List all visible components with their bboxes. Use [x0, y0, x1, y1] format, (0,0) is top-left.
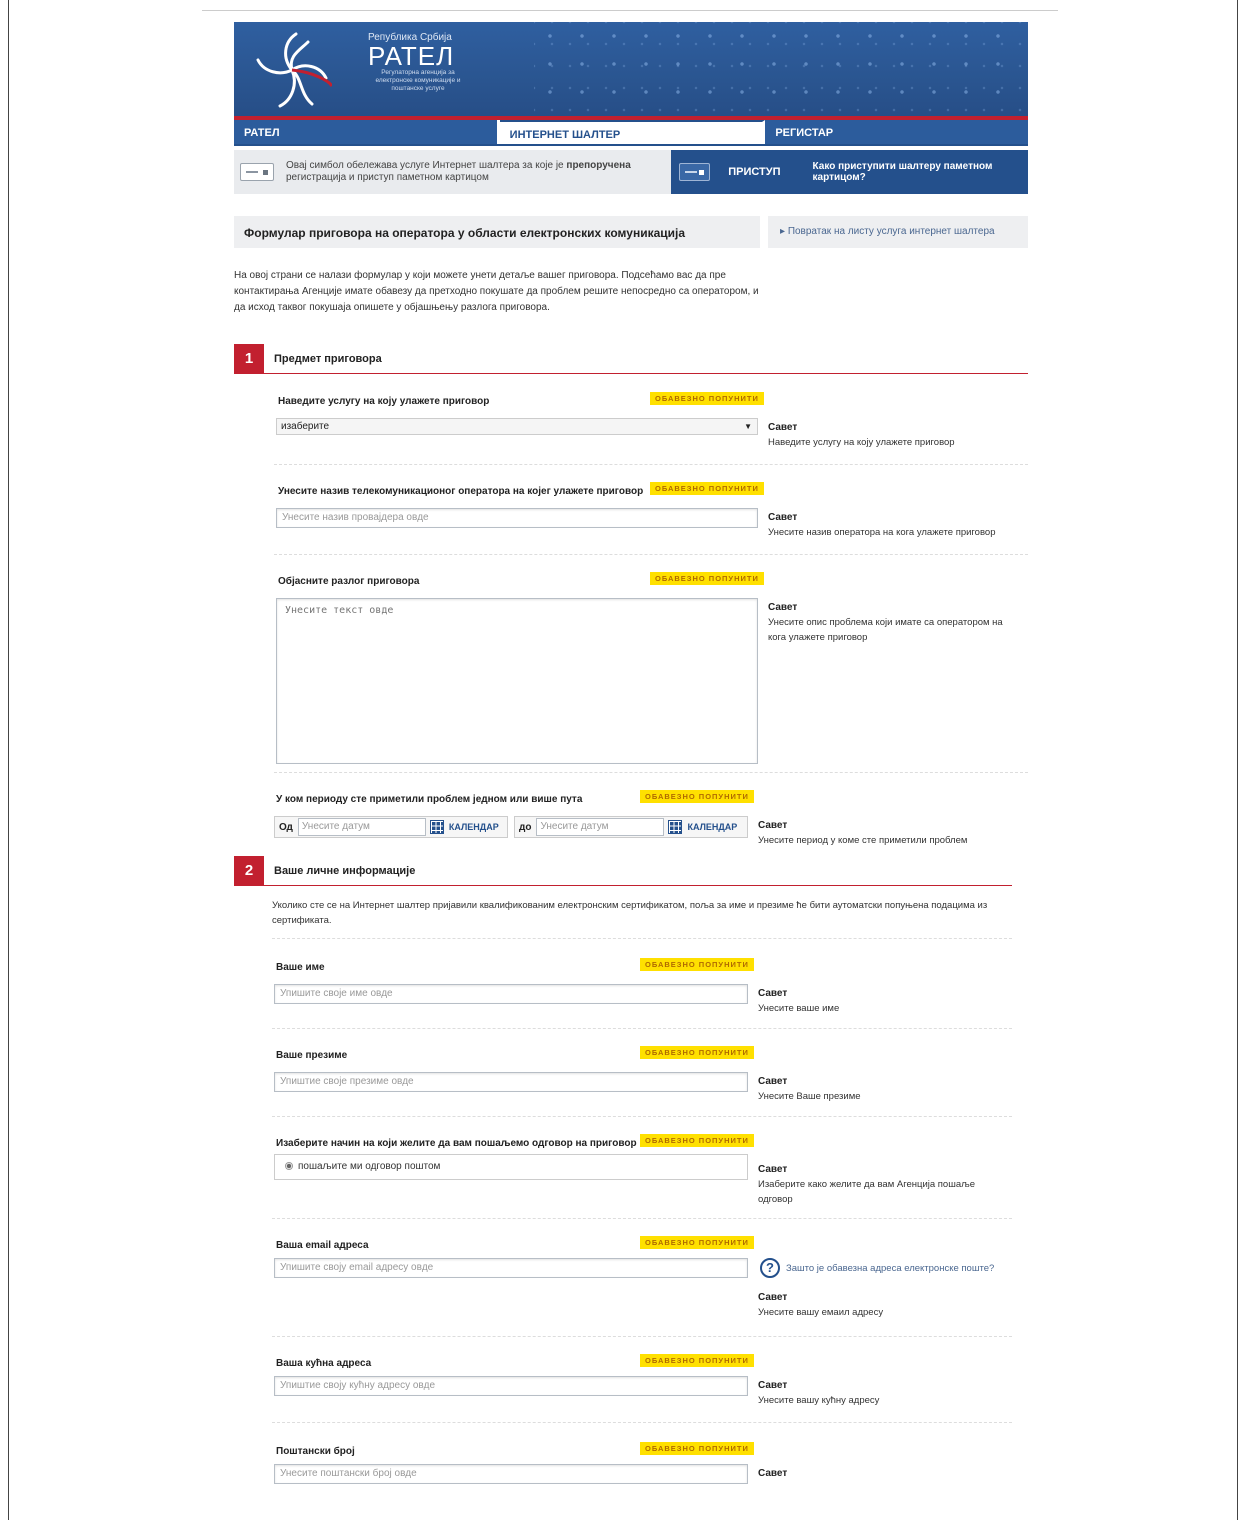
calendar-button[interactable]: КАЛЕНДАР	[429, 820, 499, 834]
field-divider	[272, 938, 1012, 939]
required-badge: ОБАВЕЗНО ПОПУНИТИ	[640, 1046, 754, 1059]
section-1-number: 1	[234, 344, 264, 374]
brand-subtitle: Регулаторна агенција за електронске кому…	[375, 69, 461, 92]
date-from-label: Од	[279, 821, 293, 833]
brand-name: РАТЕЛ	[368, 41, 455, 71]
required-badge: ОБАВЕЗНО ПОПУНИТИ	[650, 572, 764, 585]
required-badge: ОБАВЕЗНО ПОПУНИТИ	[640, 1236, 754, 1249]
logo-text: Република Србија РАТЕЛ Регулаторна агенц…	[368, 32, 468, 93]
field-divider	[274, 554, 1028, 555]
field-divider	[272, 1336, 1012, 1337]
smartcard-icon	[240, 163, 274, 181]
last-name-input[interactable]: Упиштие своје презиме овде	[274, 1072, 748, 1092]
page-title: Формулар приговора на оператора у област…	[234, 216, 760, 248]
date-from: Од Унесите датум КАЛЕНДАР	[274, 816, 508, 838]
email-advice: Савет Унесите вашу емаил адресу	[758, 1292, 884, 1318]
personal-info-text: Уколико сте се на Интернет шалтер пријав…	[272, 900, 988, 926]
address-input[interactable]: Упиштие своју кућну адресу овде	[274, 1376, 748, 1396]
postal-input[interactable]: Унесите поштански број овде	[274, 1464, 748, 1484]
access-button[interactable]: ПРИСТУП	[728, 166, 780, 178]
banner-pattern	[534, 22, 1028, 120]
field-divider	[274, 772, 1028, 773]
service-label: Наведите услугу на коју улажете приговор	[278, 396, 490, 407]
reason-textarea[interactable]	[276, 598, 758, 764]
required-badge: ОБАВЕЗНО ПОПУНИТИ	[640, 790, 754, 803]
date-to-label: до	[519, 821, 532, 833]
reason-advice: Савет Унесите опис проблема који имате с…	[768, 602, 1003, 643]
required-badge: ОБАВЕЗНО ПОПУНИТИ	[640, 958, 754, 971]
tab-registar[interactable]: РЕГИСТАР	[765, 120, 1029, 144]
required-badge: ОБАВЕЗНО ПОПУНИТИ	[640, 1354, 754, 1367]
calendar-icon	[429, 820, 444, 834]
service-advice: Савет Наведите услугу на коју улажете пр…	[768, 422, 955, 448]
section-2: 2 Ваше личне информације Уколико сте се …	[234, 856, 1028, 1520]
address-label: Ваша кућна адреса	[276, 1358, 372, 1369]
smartcard-access-bar: ПРИСТУП Како приступити шалтеру паметном…	[671, 150, 1028, 194]
required-badge: ОБАВЕЗНО ПОПУНИТИ	[640, 1134, 754, 1147]
operator-label: Унесите назив телекомуникационог операто…	[278, 486, 644, 497]
first-name-label: Ваше име	[276, 962, 325, 973]
postal-advice: Савет	[758, 1468, 788, 1479]
reply-post-radio[interactable]	[285, 1162, 293, 1171]
dropdown-arrow-icon: ▼	[744, 422, 752, 431]
email-input[interactable]: Упишите своју email адресу овде	[274, 1258, 748, 1278]
main-tabs: РАТЕЛ ИНТЕРНЕТ ШАЛТЕР РЕГИСТАР	[234, 120, 1029, 146]
intro-text: На овој страни се налази формулар у који…	[234, 270, 759, 313]
date-to-input[interactable]: Унесите датум	[536, 818, 665, 836]
title-row: Формулар приговора на оператора у област…	[234, 216, 1028, 248]
section-1-header: 1 Предмет приговора	[234, 344, 1028, 374]
postal-label: Поштански број	[276, 1446, 355, 1457]
first-name-advice: Савет Унесите ваше име	[758, 988, 840, 1014]
calendar-button[interactable]: КАЛЕНДАР	[668, 820, 737, 834]
section-2-header: 2 Ваше личне информације	[234, 856, 1012, 886]
calendar-icon	[668, 820, 683, 834]
address-advice: Савет Унесите вашу кућну адресу	[758, 1380, 880, 1406]
field-divider	[274, 464, 1028, 465]
back-link[interactable]: ▸ Повратак на листу услуга интернет шалт…	[768, 216, 1028, 248]
reply-method-label: Изаберите начин на који желите да вам по…	[276, 1138, 637, 1149]
page-container: Република Србија РАТЕЛ Регулаторна агенц…	[234, 22, 1029, 1520]
required-badge: ОБАВЕЗНО ПОПУНИТИ	[650, 482, 764, 495]
date-to: до Унесите датум КАЛЕНДАР	[514, 816, 748, 838]
banner-red-line	[234, 116, 1028, 120]
tab-ratel[interactable]: РАТЕЛ	[234, 120, 500, 144]
field-divider	[272, 1218, 1012, 1219]
date-from-input[interactable]: Унесите датум	[297, 818, 426, 836]
email-label: Ваша email адреса	[276, 1240, 369, 1251]
operator-advice: Савет Унесите назив оператора на кога ул…	[768, 512, 996, 538]
smartcard-strip: Овај симбол обележава услуге Интернет ша…	[234, 150, 1028, 194]
period-advice: Савет Унесите период у коме сте приметил…	[758, 820, 968, 846]
required-badge: ОБАВЕЗНО ПОПУНИТИ	[640, 1442, 754, 1455]
reason-label: Објасните разлог приговора	[278, 576, 420, 587]
section-2-number: 2	[234, 856, 264, 886]
section-1: 1 Предмет приговора Наведите услугу на к…	[234, 316, 1028, 816]
service-select[interactable]: изаберите ▼	[276, 418, 758, 435]
field-divider	[272, 1422, 1012, 1423]
period-label: У ком периоду сте приметили проблем једн…	[276, 794, 583, 805]
header-banner: Република Србија РАТЕЛ Регулаторна агенц…	[234, 22, 1028, 120]
top-divider	[202, 10, 1058, 11]
operator-input[interactable]: Унесите назив провајдера овде	[276, 508, 758, 528]
last-name-label: Ваше презиме	[276, 1050, 348, 1061]
reply-method-advice: Савет Изаберите како желите да вам Агенц…	[758, 1164, 976, 1205]
smartcard-howto-link[interactable]: Како приступити шалтеру паметном картицо…	[813, 161, 1028, 183]
reply-post-label: пошаљите ми одговор поштом	[298, 1161, 441, 1172]
ratel-logo-icon	[256, 32, 332, 108]
tab-internet-shalter[interactable]: ИНТЕРНЕТ ШАЛТЕР	[499, 120, 766, 144]
smartcard-info: Овај симбол обележава услуге Интернет ша…	[234, 150, 671, 194]
section-1-title: Предмет приговора	[274, 353, 382, 365]
last-name-advice: Савет Унесите Ваше презиме	[758, 1076, 861, 1102]
required-badge: ОБАВЕЗНО ПОПУНИТИ	[650, 392, 764, 405]
period-row: Од Унесите датум КАЛЕНДАР до Унесите дат…	[234, 816, 1028, 856]
help-question-icon[interactable]: ?	[760, 1258, 780, 1278]
reply-method-group: пошаљите ми одговор поштом	[274, 1154, 748, 1180]
email-help-link[interactable]: Зашто је обавезна адреса електронске пош…	[786, 1263, 994, 1274]
smartcard-access-icon	[679, 163, 711, 181]
section-2-title: Ваше личне информације	[274, 865, 416, 877]
field-divider	[272, 1116, 1012, 1117]
field-divider	[272, 1028, 1012, 1029]
first-name-input[interactable]: Упишите своје име овде	[274, 984, 748, 1004]
smartcard-info-text: Овај симбол обележава услуге Интернет ша…	[286, 160, 631, 183]
